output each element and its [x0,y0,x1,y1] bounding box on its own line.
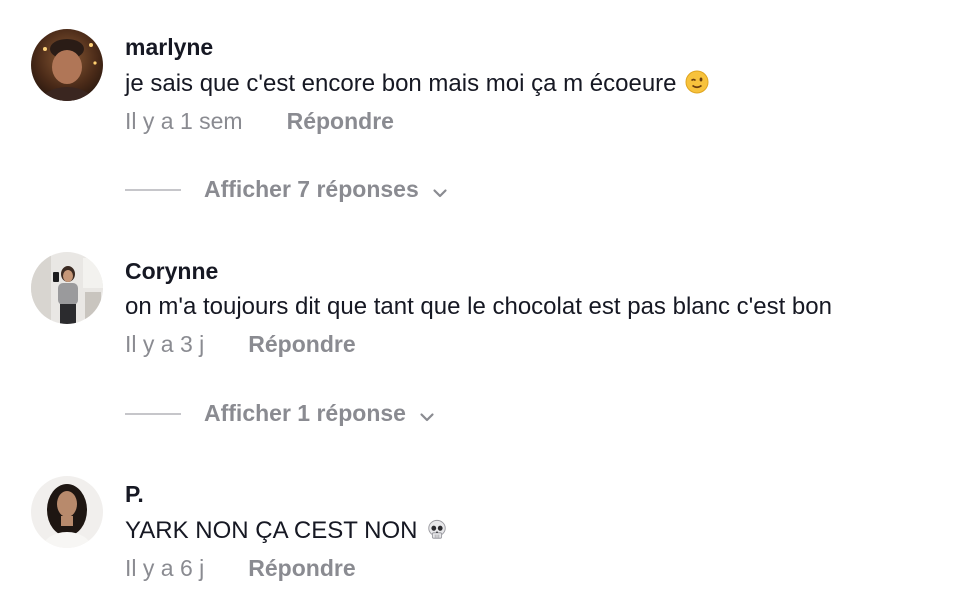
divider-line [125,188,181,191]
view-replies-button[interactable]: Afficher 1 réponse [125,400,436,427]
reply-button[interactable]: Répondre [287,108,394,135]
comment-meta: Il y a 3 j Répondre [125,331,356,358]
comment-timestamp: Il y a 1 sem [125,108,243,134]
avatar-photo [31,252,103,324]
chevron-down-icon [418,405,436,423]
comment-timestamp: Il y a 3 j [125,331,205,357]
reply-button[interactable]: Répondre [248,555,355,582]
avatar[interactable] [31,476,103,548]
comment-timestamp: Il y a 6 j [125,555,205,581]
divider-line [125,412,181,415]
reply-button[interactable]: Répondre [248,331,355,358]
comment-username[interactable]: P. [125,481,144,508]
comment-text: YARK NON ÇA CEST NON [125,517,448,548]
chevron-down-icon [431,181,449,199]
comment-username[interactable]: marlyne [125,34,213,61]
avatar-photo [31,29,103,101]
avatar[interactable] [31,252,103,324]
comment-meta: Il y a 1 sem Répondre [125,108,394,135]
view-replies-button[interactable]: Afficher 7 réponses [125,176,449,203]
winking-face-emoji-icon [685,70,709,101]
comment-text-content: on m'a toujours dit que tant que le choc… [125,293,832,320]
avatar[interactable] [31,29,103,101]
view-replies-label: Afficher 7 réponses [204,176,419,202]
avatar-photo [31,476,103,548]
comment-text-content: je sais que c'est encore bon mais moi ça… [125,70,677,97]
comment-text: je sais que c'est encore bon mais moi ça… [125,70,709,101]
skull-emoji-icon [426,519,448,548]
view-replies-label: Afficher 1 réponse [204,400,406,426]
comment-username[interactable]: Corynne [125,258,218,285]
comment-text-content: YARK NON ÇA CEST NON [125,517,418,544]
comment-text: on m'a toujours dit que tant que le choc… [125,293,832,321]
comment-meta: Il y a 6 j Répondre [125,555,356,582]
